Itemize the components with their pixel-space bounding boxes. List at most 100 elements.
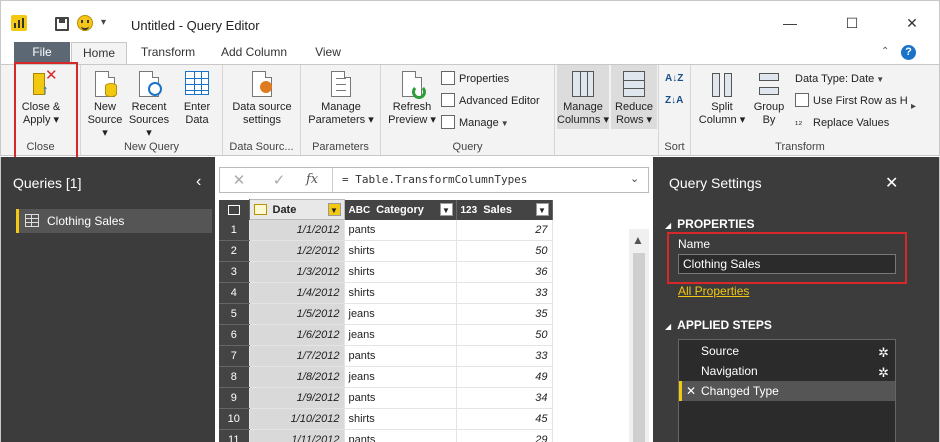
quick-access-menu-button[interactable]: ▾: [101, 17, 106, 28]
step-navigation[interactable]: Navigation ✲: [679, 361, 895, 381]
query-item-clothing-sales[interactable]: Clothing Sales: [16, 209, 212, 233]
cell-category[interactable]: pants: [344, 219, 457, 241]
cell-date[interactable]: 1/10/2012: [249, 408, 345, 430]
table-row[interactable]: 11 1/11/2012 pants 29: [219, 429, 553, 442]
cell-category[interactable]: jeans: [344, 303, 457, 325]
cell-date[interactable]: 1/1/2012: [249, 219, 345, 241]
category-filter-icon[interactable]: ▼: [439, 202, 453, 216]
help-icon[interactable]: ?: [901, 45, 916, 60]
cell-category[interactable]: shirts: [344, 240, 457, 262]
gear-icon[interactable]: ✲: [878, 343, 889, 363]
cell-category[interactable]: shirts: [344, 282, 457, 304]
cell-sales[interactable]: 29: [456, 429, 553, 442]
table-corner-menu[interactable]: [219, 199, 250, 220]
save-icon[interactable]: [55, 17, 69, 31]
use-first-row-button[interactable]: Use First Row as H: [795, 91, 908, 111]
row-number[interactable]: 2: [219, 240, 250, 262]
table-row[interactable]: 2 1/2/2012 shirts 50: [219, 240, 553, 262]
cell-date[interactable]: 1/3/2012: [249, 261, 345, 283]
table-row[interactable]: 10 1/10/2012 shirts 45: [219, 408, 553, 430]
tab-view[interactable]: View: [305, 42, 351, 64]
cell-sales[interactable]: 49: [456, 366, 553, 388]
cell-category[interactable]: pants: [344, 345, 457, 367]
formula-text[interactable]: = Table.TransformColumnTypes: [342, 173, 527, 186]
cell-sales[interactable]: 45: [456, 408, 553, 430]
scrollbar-thumb[interactable]: [633, 253, 645, 442]
smile-feedback-icon[interactable]: [77, 15, 93, 31]
cell-category[interactable]: jeans: [344, 366, 457, 388]
data-type-dropdown[interactable]: Data Type: Date ▼: [795, 69, 884, 89]
applied-steps-header[interactable]: ◢ APPLIED STEPS: [665, 318, 772, 332]
cell-sales[interactable]: 27: [456, 219, 553, 241]
gear-icon[interactable]: ✲: [878, 363, 889, 383]
collapse-ribbon-icon[interactable]: ⌃: [881, 46, 889, 57]
table-row[interactable]: 7 1/7/2012 pants 33: [219, 345, 553, 367]
split-column-button[interactable]: Split Column ▾: [697, 69, 747, 127]
cell-date[interactable]: 1/5/2012: [249, 303, 345, 325]
cell-sales[interactable]: 35: [456, 303, 553, 325]
tab-add-column[interactable]: Add Column: [213, 42, 295, 64]
cell-category[interactable]: pants: [344, 387, 457, 409]
table-row[interactable]: 9 1/9/2012 pants 34: [219, 387, 553, 409]
table-row[interactable]: 3 1/3/2012 shirts 36: [219, 261, 553, 283]
row-number[interactable]: 9: [219, 387, 250, 409]
manage-button[interactable]: Manage ▼: [441, 113, 509, 133]
close-settings-icon[interactable]: ✕: [885, 173, 898, 193]
sort-ascending-button[interactable]: A↓Z: [665, 69, 683, 89]
row-number[interactable]: 6: [219, 324, 250, 346]
column-header-sales[interactable]: 123 Sales ▼: [456, 199, 553, 220]
row-number[interactable]: 5: [219, 303, 250, 325]
row-number[interactable]: 8: [219, 366, 250, 388]
new-source-button[interactable]: New Source ▾: [85, 69, 125, 140]
cell-date[interactable]: 1/9/2012: [249, 387, 345, 409]
cell-date[interactable]: 1/8/2012: [249, 366, 345, 388]
close-window-button[interactable]: ✕: [897, 11, 927, 35]
cell-category[interactable]: pants: [344, 429, 457, 442]
reduce-rows-button[interactable]: Reduce Rows ▾: [611, 65, 657, 129]
properties-section-header[interactable]: ◢ PROPERTIES: [665, 217, 755, 231]
cell-date[interactable]: 1/4/2012: [249, 282, 345, 304]
replace-values-button[interactable]: ₁₂ Replace Values: [795, 113, 889, 133]
refresh-preview-button[interactable]: Refresh Preview ▾: [387, 69, 437, 127]
date-filter-icon[interactable]: ▼: [327, 203, 341, 216]
row-number[interactable]: 1: [219, 219, 250, 241]
minimize-button[interactable]: —: [775, 11, 805, 35]
table-row[interactable]: 4 1/4/2012 shirts 33: [219, 282, 553, 304]
cancel-formula-button[interactable]: ✕: [228, 171, 250, 189]
cell-date[interactable]: 1/7/2012: [249, 345, 345, 367]
cell-date[interactable]: 1/6/2012: [249, 324, 345, 346]
cell-category[interactable]: shirts: [344, 408, 457, 430]
cell-category[interactable]: jeans: [344, 324, 457, 346]
cell-sales[interactable]: 34: [456, 387, 553, 409]
manage-columns-button[interactable]: Manage Columns ▾: [557, 65, 609, 129]
manage-parameters-button[interactable]: Manage Parameters ▾: [305, 69, 377, 127]
advanced-editor-button[interactable]: Advanced Editor: [441, 91, 540, 111]
collapse-queries-icon[interactable]: ‹: [196, 173, 201, 191]
table-row[interactable]: 5 1/5/2012 jeans 35: [219, 303, 553, 325]
all-properties-link[interactable]: All Properties: [678, 284, 749, 298]
cell-sales[interactable]: 33: [456, 282, 553, 304]
tab-home[interactable]: Home: [71, 42, 127, 65]
tab-file[interactable]: File: [14, 42, 70, 64]
sales-filter-icon[interactable]: ▼: [535, 202, 549, 216]
group-by-button[interactable]: Group By: [749, 69, 789, 127]
cell-date[interactable]: 1/11/2012: [249, 429, 345, 442]
step-changed-type[interactable]: ✕ Changed Type: [679, 381, 895, 401]
fx-icon[interactable]: fx: [306, 172, 318, 187]
tab-transform[interactable]: Transform: [133, 42, 203, 64]
expand-formula-icon[interactable]: ⌄: [630, 172, 639, 185]
recent-sources-button[interactable]: Recent Sources ▾: [125, 69, 173, 140]
table-row[interactable]: 6 1/6/2012 jeans 50: [219, 324, 553, 346]
row-number[interactable]: 4: [219, 282, 250, 304]
enter-data-button[interactable]: Enter Data: [177, 69, 217, 127]
confirm-formula-button[interactable]: ✓: [268, 171, 290, 189]
cell-category[interactable]: shirts: [344, 261, 457, 283]
row-number[interactable]: 10: [219, 408, 250, 430]
step-source[interactable]: Source ✲: [679, 341, 895, 361]
table-row[interactable]: 8 1/8/2012 jeans 49: [219, 366, 553, 388]
vertical-scrollbar[interactable]: ▲: [629, 229, 649, 442]
sort-descending-button[interactable]: Z↓A: [665, 91, 683, 111]
maximize-button[interactable]: ☐: [837, 11, 867, 35]
column-header-date[interactable]: Date ▼: [248, 199, 345, 220]
properties-button[interactable]: Properties: [441, 69, 509, 89]
